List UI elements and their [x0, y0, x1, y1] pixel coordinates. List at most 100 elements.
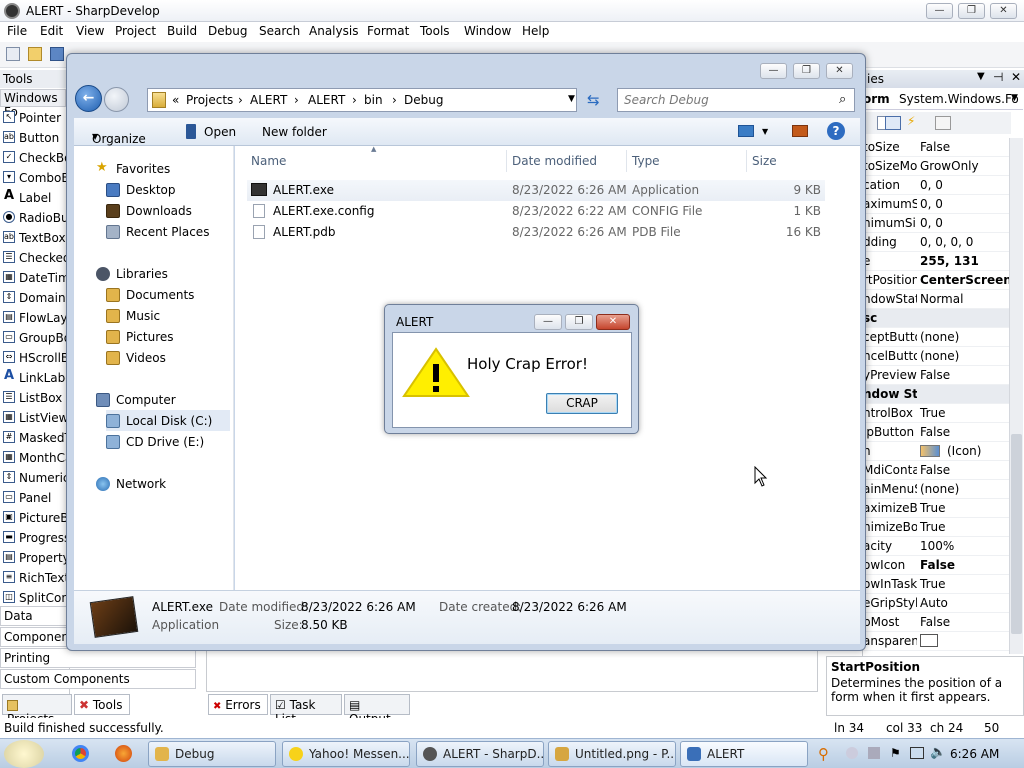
nav-music[interactable]: Music	[106, 309, 160, 323]
nav-network[interactable]: Network	[96, 477, 166, 491]
property-value[interactable]: 100%	[920, 539, 954, 553]
property-value[interactable]: (Icon)	[947, 444, 981, 458]
chevron-down-icon[interactable]: ▼	[1011, 93, 1018, 103]
property-row[interactable]: ncelButto (none)	[863, 347, 1011, 366]
menu-file[interactable]: File	[7, 24, 27, 38]
maximize-button[interactable]: ❐	[958, 3, 985, 19]
menu-window[interactable]: Window	[464, 24, 511, 38]
property-row[interactable]: acity 100%	[863, 537, 1011, 556]
property-value[interactable]: (none)	[920, 482, 959, 496]
property-value[interactable]: False	[920, 425, 950, 439]
view-options-icon[interactable]	[738, 125, 754, 137]
property-value[interactable]: 0, 0	[920, 216, 943, 230]
property-value[interactable]: False	[920, 368, 950, 382]
tool-splitcontainer[interactable]: ◫SplitCont	[0, 588, 66, 608]
tool-monthcalendar[interactable]: ▦MonthCa	[0, 448, 66, 468]
monitor-tray-icon[interactable]	[910, 747, 924, 759]
property-row[interactable]: ceptButto (none)	[863, 328, 1011, 347]
breadcrumb-debug[interactable]: Debug	[404, 93, 443, 107]
tool-maskedtextbox[interactable]: #MaskedT	[0, 428, 66, 448]
tool-propertygrid[interactable]: ▤ Property	[0, 548, 66, 568]
menu-search[interactable]: Search	[259, 24, 300, 38]
pin-icon[interactable]: ⊣	[993, 70, 1003, 84]
property-row[interactable]: cation 0, 0	[863, 176, 1011, 195]
new-folder-button[interactable]: New folder	[262, 125, 327, 139]
back-button[interactable]: ←	[75, 85, 102, 112]
tool-groupbox[interactable]: ▭ GroupBo	[0, 328, 66, 348]
nav-libraries[interactable]: Libraries	[96, 267, 168, 281]
alert-maximize-button[interactable]: ❐	[565, 314, 593, 330]
breadcrumb-alert-2[interactable]: ALERT	[308, 93, 345, 107]
explorer-maximize-button[interactable]: ❐	[793, 63, 820, 79]
tray-icon[interactable]	[846, 747, 858, 759]
search-icon[interactable]: ⌕	[839, 92, 846, 107]
chrome-icon[interactable]	[72, 745, 89, 762]
property-row[interactable]: ansparenc	[863, 632, 1011, 651]
property-row[interactable]: aximizeBoTrue	[863, 499, 1011, 518]
property-row[interactable]: pMost False	[863, 613, 1011, 632]
taskbar-item-paint[interactable]: Untitled.png - P...	[548, 741, 676, 767]
nav-local-disk[interactable]: Local Disk (C:)	[106, 410, 230, 431]
property-value[interactable]: Normal	[920, 292, 963, 306]
property-value[interactable]: False	[920, 463, 950, 477]
column-type[interactable]: Type	[632, 154, 660, 168]
tool-progressbar[interactable]: ▬ Progress	[0, 528, 66, 548]
property-value[interactable]: CenterScreen	[920, 273, 1012, 287]
nav-pictures[interactable]: Pictures	[106, 330, 174, 344]
open-button[interactable]: Open	[204, 125, 236, 139]
property-value[interactable]: True	[920, 406, 946, 420]
categorized-icon[interactable]	[885, 116, 901, 130]
column-date-modified[interactable]: Date modified	[512, 154, 597, 168]
menu-debug[interactable]: Debug	[208, 24, 247, 38]
tool-label[interactable]: A Label	[0, 188, 66, 208]
menu-edit[interactable]: Edit	[40, 24, 63, 38]
column-size[interactable]: Size	[752, 154, 777, 168]
category-custom-components[interactable]: Custom Components	[0, 669, 196, 689]
property-row[interactable]: ndowStat Normal	[863, 290, 1011, 309]
network-tray-icon[interactable]	[868, 747, 880, 759]
file-row[interactable]: ALERT.exe.config 8/23/2022 6:22 AM CONFI…	[247, 201, 825, 222]
preview-pane-icon[interactable]	[792, 125, 808, 137]
property-row[interactable]: yPreview False	[863, 366, 1011, 385]
alert-close-button[interactable]: ✕	[596, 314, 630, 330]
tool-radiobutton[interactable]: ●RadioBut	[0, 208, 66, 228]
tool-listbox[interactable]: ☰ ListBox	[0, 388, 66, 408]
menu-analysis[interactable]: Analysis	[309, 24, 358, 38]
tool-linklabel[interactable]: ALinkLabe	[0, 368, 66, 388]
file-row[interactable]: ALERT.pdb 8/23/2022 6:26 AM PDB File 16 …	[247, 222, 825, 243]
refresh-icon[interactable]: ⇆	[587, 91, 600, 109]
nav-computer[interactable]: Computer	[96, 393, 176, 407]
clock[interactable]: 6:26 AM	[950, 747, 999, 761]
file-row[interactable]: ALERT.exe 8/23/2022 6:26 AM Application …	[247, 180, 825, 201]
property-value[interactable]: (none)	[920, 349, 959, 363]
property-value[interactable]: 0, 0	[920, 197, 943, 211]
nav-cd-drive[interactable]: CD Drive (E:)	[106, 435, 204, 449]
property-row[interactable]: eGripStyl Auto	[863, 594, 1011, 613]
scrollbar-thumb[interactable]	[1011, 434, 1022, 634]
nav-desktop[interactable]: Desktop	[106, 183, 176, 197]
property-row[interactable]: nimizeBo True	[863, 518, 1011, 537]
property-value[interactable]: True	[920, 501, 946, 515]
close-properties-icon[interactable]: ✕	[1011, 70, 1021, 84]
property-row[interactable]: aximumSi 0, 0	[863, 195, 1011, 214]
start-button[interactable]	[4, 740, 44, 768]
forward-button[interactable]	[104, 87, 129, 112]
view-dropdown-icon[interactable]: ▼	[762, 127, 768, 136]
tool-datetimepicker[interactable]: ▦ DateTim	[0, 268, 66, 288]
nav-favorites[interactable]: ★ Favorites	[96, 160, 170, 176]
search-tray-icon[interactable]: ⚲	[818, 745, 829, 763]
menu-view[interactable]: View	[76, 24, 104, 38]
tool-richtextbox[interactable]: ≡ RichText	[0, 568, 66, 588]
tool-pointer[interactable]: ↖ Pointer	[0, 108, 66, 128]
nav-videos[interactable]: Videos	[106, 351, 166, 365]
breadcrumb-alert-1[interactable]: ALERT	[250, 93, 287, 107]
color-swatch[interactable]	[920, 634, 938, 647]
property-row[interactable]: n (Icon)	[863, 442, 1011, 461]
menu-tools[interactable]: Tools	[420, 24, 450, 38]
minimize-button[interactable]: —	[926, 3, 953, 19]
nav-downloads[interactable]: Downloads	[106, 204, 192, 218]
property-row[interactable]: ntrolBox True	[863, 404, 1011, 423]
tab-output[interactable]: ▤ Output	[344, 694, 410, 726]
property-pages-icon[interactable]	[935, 116, 951, 130]
tab-errors[interactable]: ✖ Errors	[208, 694, 268, 715]
